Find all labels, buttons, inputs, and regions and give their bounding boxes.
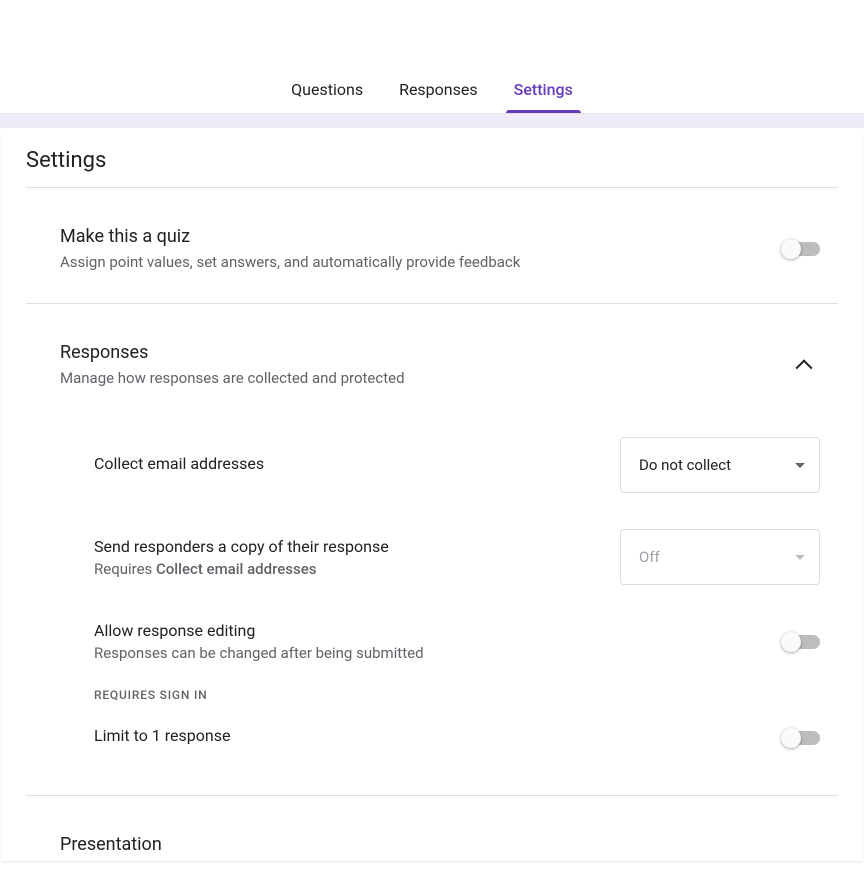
responses-title: Responses [60, 342, 792, 363]
toggle-knob [781, 632, 801, 652]
allow-editing-row: Allow response editing Responses can be … [94, 603, 838, 680]
collect-email-dropdown[interactable]: Do not collect [620, 437, 820, 493]
section-responses: Responses Manage how responses are colle… [26, 304, 838, 796]
responses-desc: Manage how responses are collected and p… [60, 369, 792, 387]
responses-collapse-button[interactable] [792, 353, 816, 377]
tabs-bar: Questions Responses Settings [0, 0, 864, 114]
send-copy-title: Send responders a copy of their response [94, 537, 620, 556]
quiz-title: Make this a quiz [60, 226, 783, 247]
quiz-toggle[interactable] [783, 242, 820, 256]
background-strip [0, 114, 864, 128]
limit-one-row: Limit to 1 response [94, 708, 838, 767]
toggle-knob [781, 239, 801, 259]
section-quiz: Make this a quiz Assign point values, se… [26, 188, 838, 304]
section-presentation: Presentation [26, 796, 838, 861]
tab-questions[interactable]: Questions [273, 68, 381, 113]
collect-email-title: Collect email addresses [94, 454, 620, 473]
allow-editing-desc: Responses can be changed after being sub… [94, 644, 783, 662]
dropdown-arrow-icon [795, 555, 805, 560]
collect-email-value: Do not collect [639, 456, 731, 474]
settings-card: Settings Make this a quiz Assign point v… [2, 128, 862, 861]
send-copy-row: Send responders a copy of their response… [94, 511, 838, 603]
page-title: Settings [26, 148, 838, 188]
send-copy-desc: Requires Collect email addresses [94, 560, 620, 578]
chevron-up-icon [796, 359, 813, 376]
tab-responses[interactable]: Responses [381, 68, 496, 113]
presentation-title: Presentation [60, 834, 838, 855]
toggle-knob [781, 728, 801, 748]
send-copy-value: Off [639, 548, 660, 566]
quiz-desc: Assign point values, set answers, and au… [60, 253, 783, 271]
dropdown-arrow-icon [795, 463, 805, 468]
limit-one-title: Limit to 1 response [94, 726, 783, 745]
collect-email-row: Collect email addresses Do not collect [94, 419, 838, 511]
requires-signin-label: REQUIRES SIGN IN [94, 688, 838, 702]
allow-editing-toggle[interactable] [783, 635, 820, 649]
limit-one-toggle[interactable] [783, 731, 820, 745]
send-copy-dropdown: Off [620, 529, 820, 585]
tab-settings[interactable]: Settings [496, 68, 591, 113]
allow-editing-title: Allow response editing [94, 621, 783, 640]
